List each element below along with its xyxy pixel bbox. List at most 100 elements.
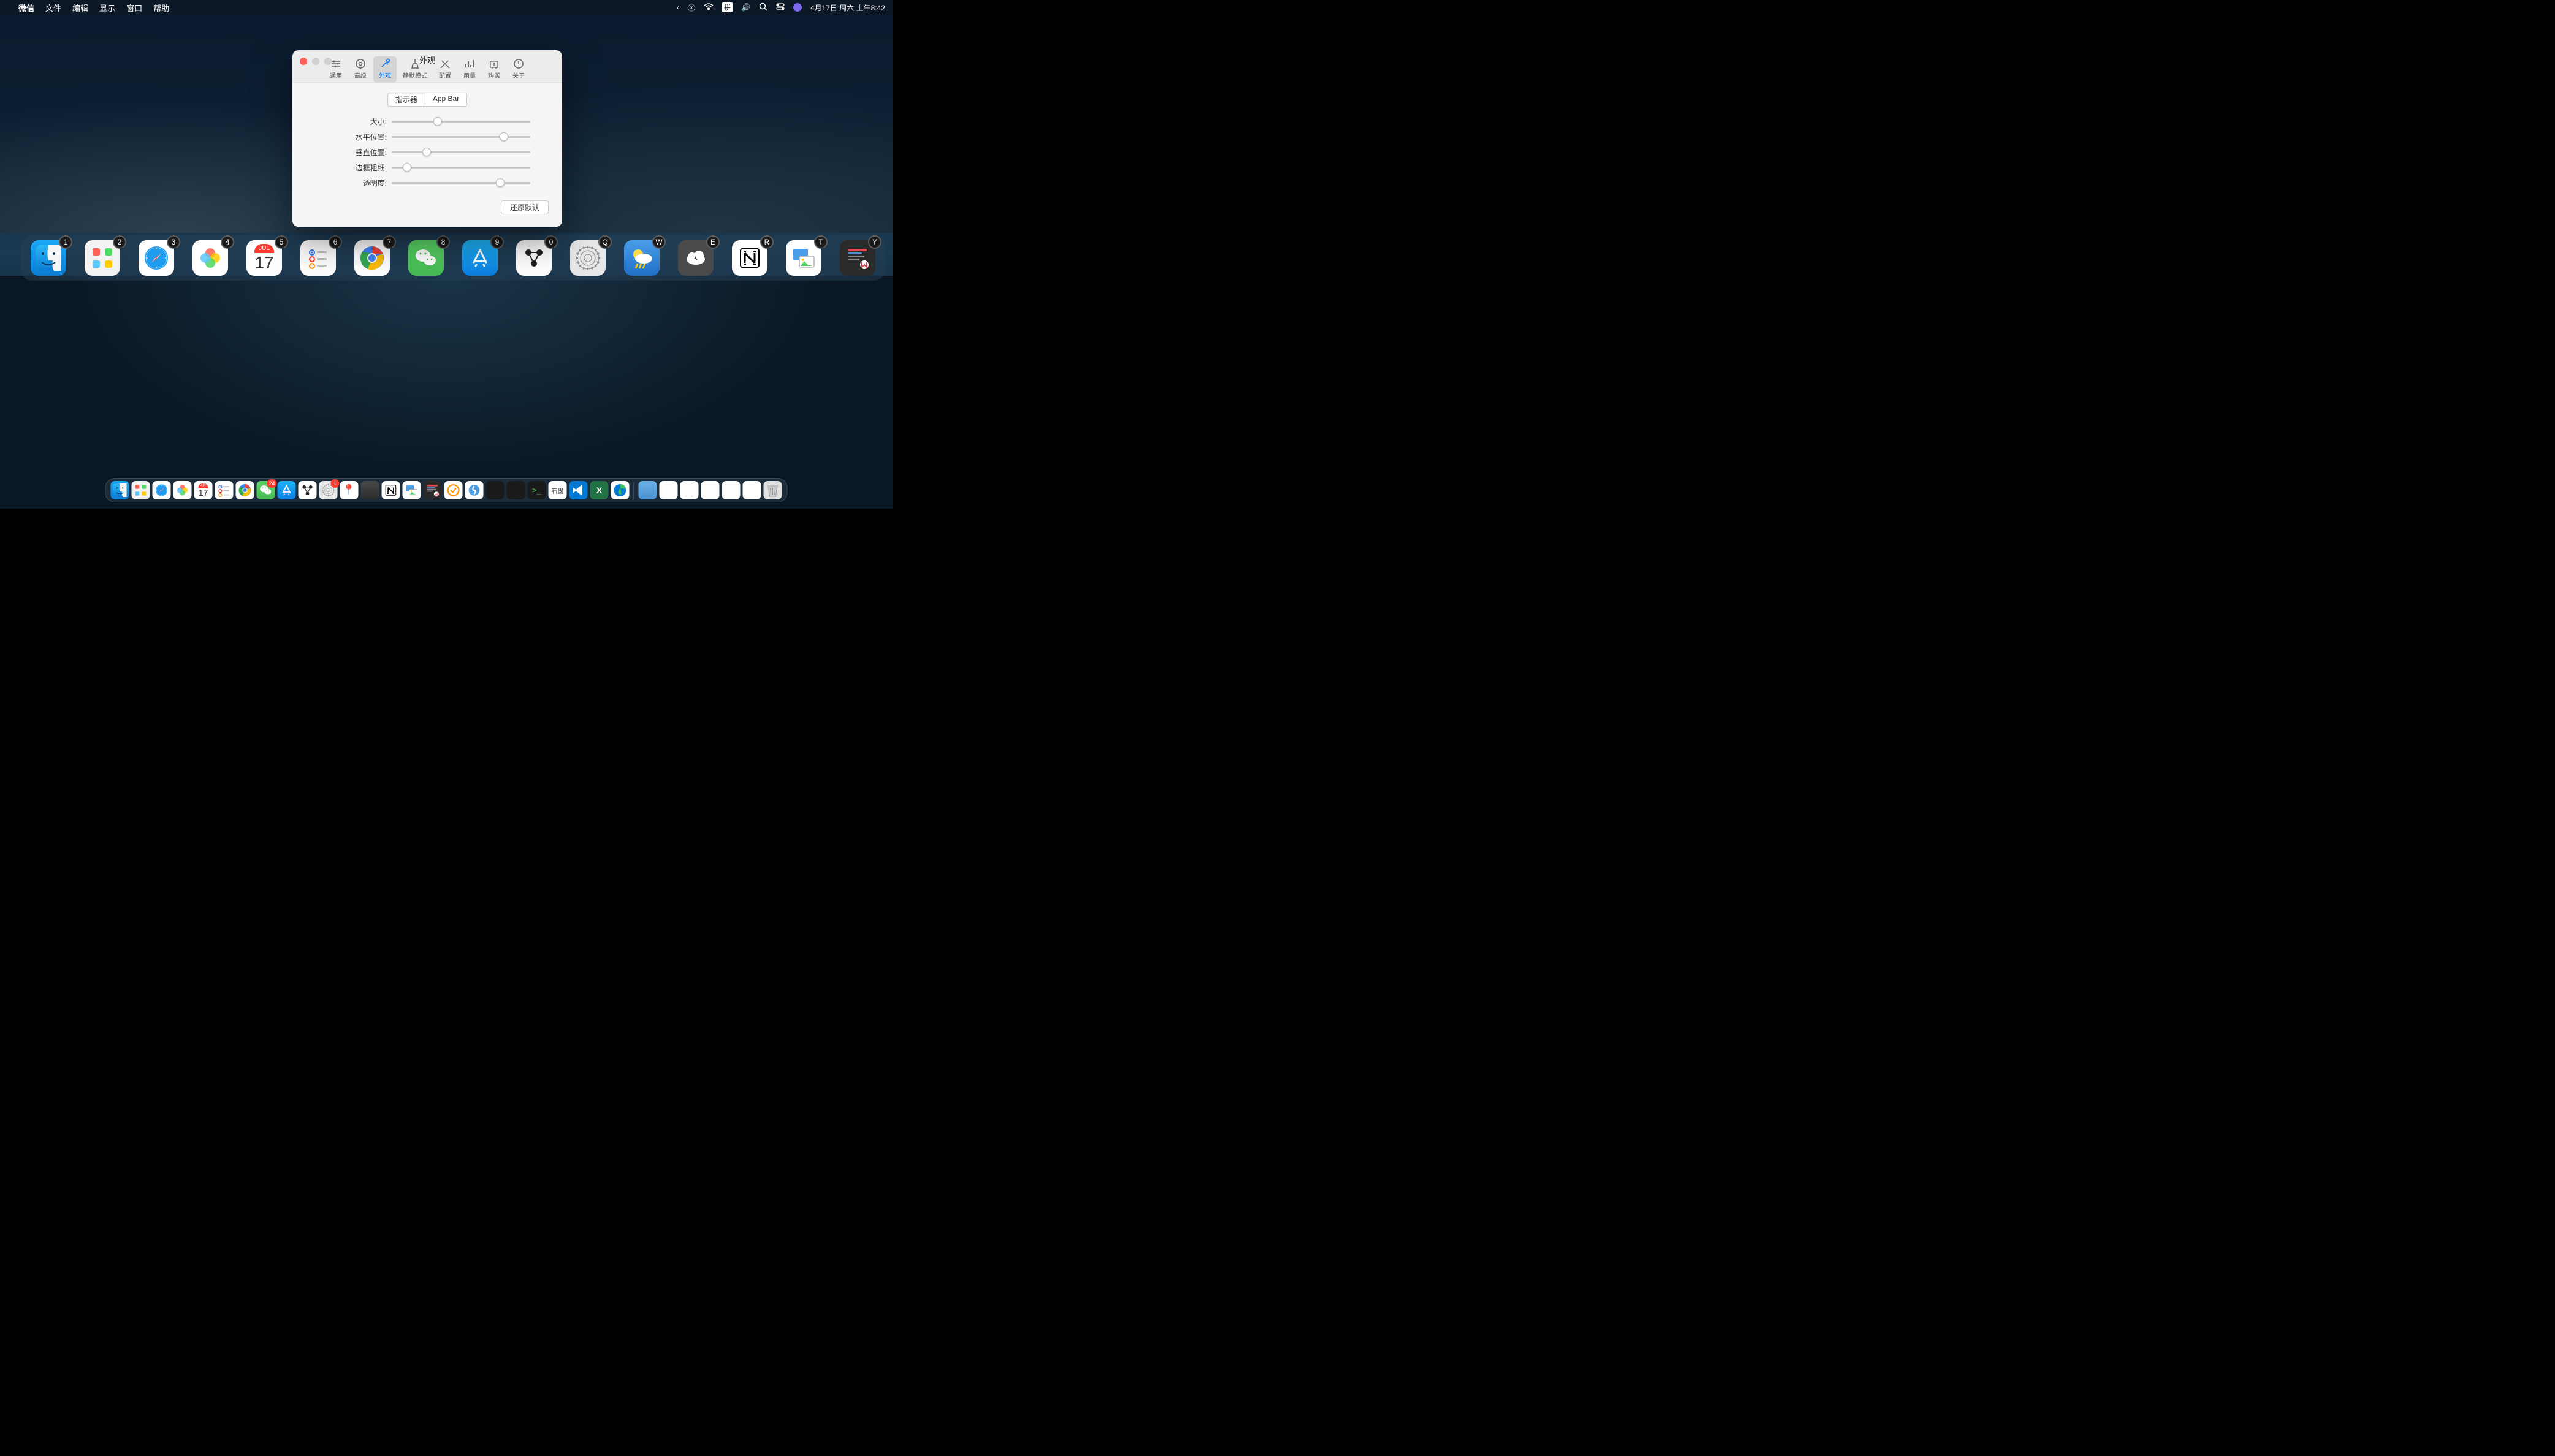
slider-0[interactable] [392, 121, 530, 123]
slider-thumb-0[interactable] [433, 117, 442, 126]
dock-activity[interactable] [507, 481, 525, 499]
dock-notion[interactable] [382, 481, 400, 499]
menu-edit[interactable]: 编辑 [72, 2, 88, 13]
appbar-weather[interactable]: W [624, 240, 660, 276]
pref-tab-4[interactable]: 配置 [433, 56, 457, 82]
dock-badge: 24 [267, 479, 276, 488]
datetime[interactable]: 4月17日 周六 上午8:42 [810, 2, 885, 13]
dock-window2[interactable] [680, 481, 699, 499]
dock-trash[interactable] [764, 481, 782, 499]
preferences-window: 外观 通用高级外观静默模式配置用量购买关于 指示器 App Bar 大小:水平位… [292, 50, 562, 227]
appbar-appstore[interactable]: 9 [462, 240, 498, 276]
dock-preview[interactable] [403, 481, 421, 499]
dock-vscode[interactable] [569, 481, 588, 499]
appbar-finder[interactable]: 1 [31, 240, 66, 276]
spotlight-icon[interactable] [759, 2, 767, 13]
appbar-badge: 8 [436, 235, 450, 249]
appbar-calendar[interactable]: JUL175 [246, 240, 282, 276]
menu-view[interactable]: 显示 [99, 2, 115, 13]
dock-excel[interactable]: X [590, 481, 609, 499]
appbar-preview[interactable]: T [786, 240, 821, 276]
ime-indicator[interactable]: 拼 [722, 2, 733, 12]
appbar-notion[interactable]: R [732, 240, 767, 276]
dock-desktop[interactable] [639, 481, 657, 499]
appbar-cloud[interactable]: E [678, 240, 714, 276]
appbar-badge: E [706, 235, 720, 249]
slider-label-3: 边框粗细: [306, 162, 392, 173]
pref-tab-2[interactable]: 外观 [373, 56, 397, 82]
pref-tab-1[interactable]: 高级 [349, 56, 372, 82]
pref-tab-0[interactable]: 通用 [324, 56, 348, 82]
dock-devonthink[interactable] [299, 481, 317, 499]
chevron-left-icon[interactable]: ‹ [677, 3, 679, 12]
dock-shimo[interactable]: 石墨 [549, 481, 567, 499]
dock-edge[interactable] [611, 481, 630, 499]
menu-help[interactable]: 帮助 [153, 2, 169, 13]
reset-button[interactable]: 还原默认 [501, 200, 549, 214]
appbar-photos[interactable]: 4 [192, 240, 228, 276]
dock-pages[interactable] [361, 481, 379, 499]
slider-thumb-3[interactable] [403, 163, 411, 172]
dock-launchpad[interactable] [132, 481, 150, 499]
dock-appstore[interactable] [278, 481, 296, 499]
appbar-mweb[interactable]: Y [840, 240, 875, 276]
appbar-badge: Q [598, 235, 612, 249]
appbar-reminders[interactable]: 6 [300, 240, 336, 276]
menu-file[interactable]: 文件 [45, 2, 61, 13]
appbar-settings[interactable]: Q [570, 240, 606, 276]
dock-safari[interactable] [153, 481, 171, 499]
dock-window5[interactable] [743, 481, 761, 499]
status-icon[interactable] [793, 3, 802, 12]
slider-1[interactable] [392, 136, 530, 138]
appbar-safari[interactable]: 3 [139, 240, 174, 276]
slider-thumb-1[interactable] [500, 132, 508, 141]
slider-2[interactable] [392, 151, 530, 153]
dock-googlemaps[interactable]: 📍 [340, 481, 359, 499]
slider-thumb-4[interactable] [496, 178, 505, 187]
dock-wechat[interactable]: 24 [257, 481, 275, 499]
wifi-icon[interactable] [704, 3, 714, 12]
dock-ticktick[interactable] [444, 481, 463, 499]
dock-finder[interactable] [111, 481, 129, 499]
app-name[interactable]: 微信 [18, 2, 34, 13]
dock-mweb[interactable] [424, 481, 442, 499]
slider-label-2: 垂直位置: [306, 147, 392, 157]
window-titlebar[interactable]: 外观 通用高级外观静默模式配置用量购买关于 [292, 50, 562, 82]
dock-window4[interactable] [722, 481, 741, 499]
menubar: 微信 文件 编辑 显示 窗口 帮助 ‹ ⓧ 拼 🔊 4月17日 周六 上午8:4… [0, 0, 893, 15]
seg-indicator[interactable]: 指示器 [387, 93, 425, 107]
dock-istats[interactable] [486, 481, 505, 499]
dock-calendar[interactable]: 4月17 [194, 481, 213, 499]
appbar-badge: 1 [59, 235, 72, 249]
dock-terminal[interactable]: >_ [528, 481, 546, 499]
appbar-badge: 4 [221, 235, 234, 249]
dock-window1[interactable] [660, 481, 678, 499]
dock-reminders[interactable] [215, 481, 234, 499]
volume-icon[interactable]: 🔊 [741, 3, 750, 12]
appbar-launchpad[interactable]: 2 [85, 240, 120, 276]
appbar-badge: 9 [490, 235, 504, 249]
dock-window3[interactable] [701, 481, 720, 499]
appbar-badge: 3 [167, 235, 180, 249]
slider-label-4: 透明度: [306, 178, 392, 188]
pref-tab-7[interactable]: 关于 [507, 56, 530, 82]
slider-4[interactable] [392, 182, 530, 184]
dock-chrome[interactable] [236, 481, 254, 499]
slider-label-1: 水平位置: [306, 132, 392, 142]
dock-settings[interactable]: 1 [319, 481, 338, 499]
dock-photos[interactable] [173, 481, 192, 499]
menu-window[interactable]: 窗口 [126, 2, 142, 13]
appbar-wechat[interactable]: 8 [408, 240, 444, 276]
pref-tab-5[interactable]: 用量 [458, 56, 481, 82]
dock-surge[interactable] [465, 481, 484, 499]
seg-appbar[interactable]: App Bar [425, 93, 467, 107]
segmented-control: 指示器 App Bar [306, 93, 549, 107]
control-center-icon[interactable] [776, 3, 785, 12]
appbar-chrome[interactable]: 7 [354, 240, 390, 276]
pref-tab-3[interactable]: 静默模式 [398, 56, 432, 82]
appbar-devonthink[interactable]: 0 [516, 240, 552, 276]
circle-x-icon[interactable]: ⓧ [688, 2, 695, 13]
slider-thumb-2[interactable] [422, 148, 431, 156]
slider-3[interactable] [392, 167, 530, 169]
pref-tab-6[interactable]: 购买 [482, 56, 506, 82]
